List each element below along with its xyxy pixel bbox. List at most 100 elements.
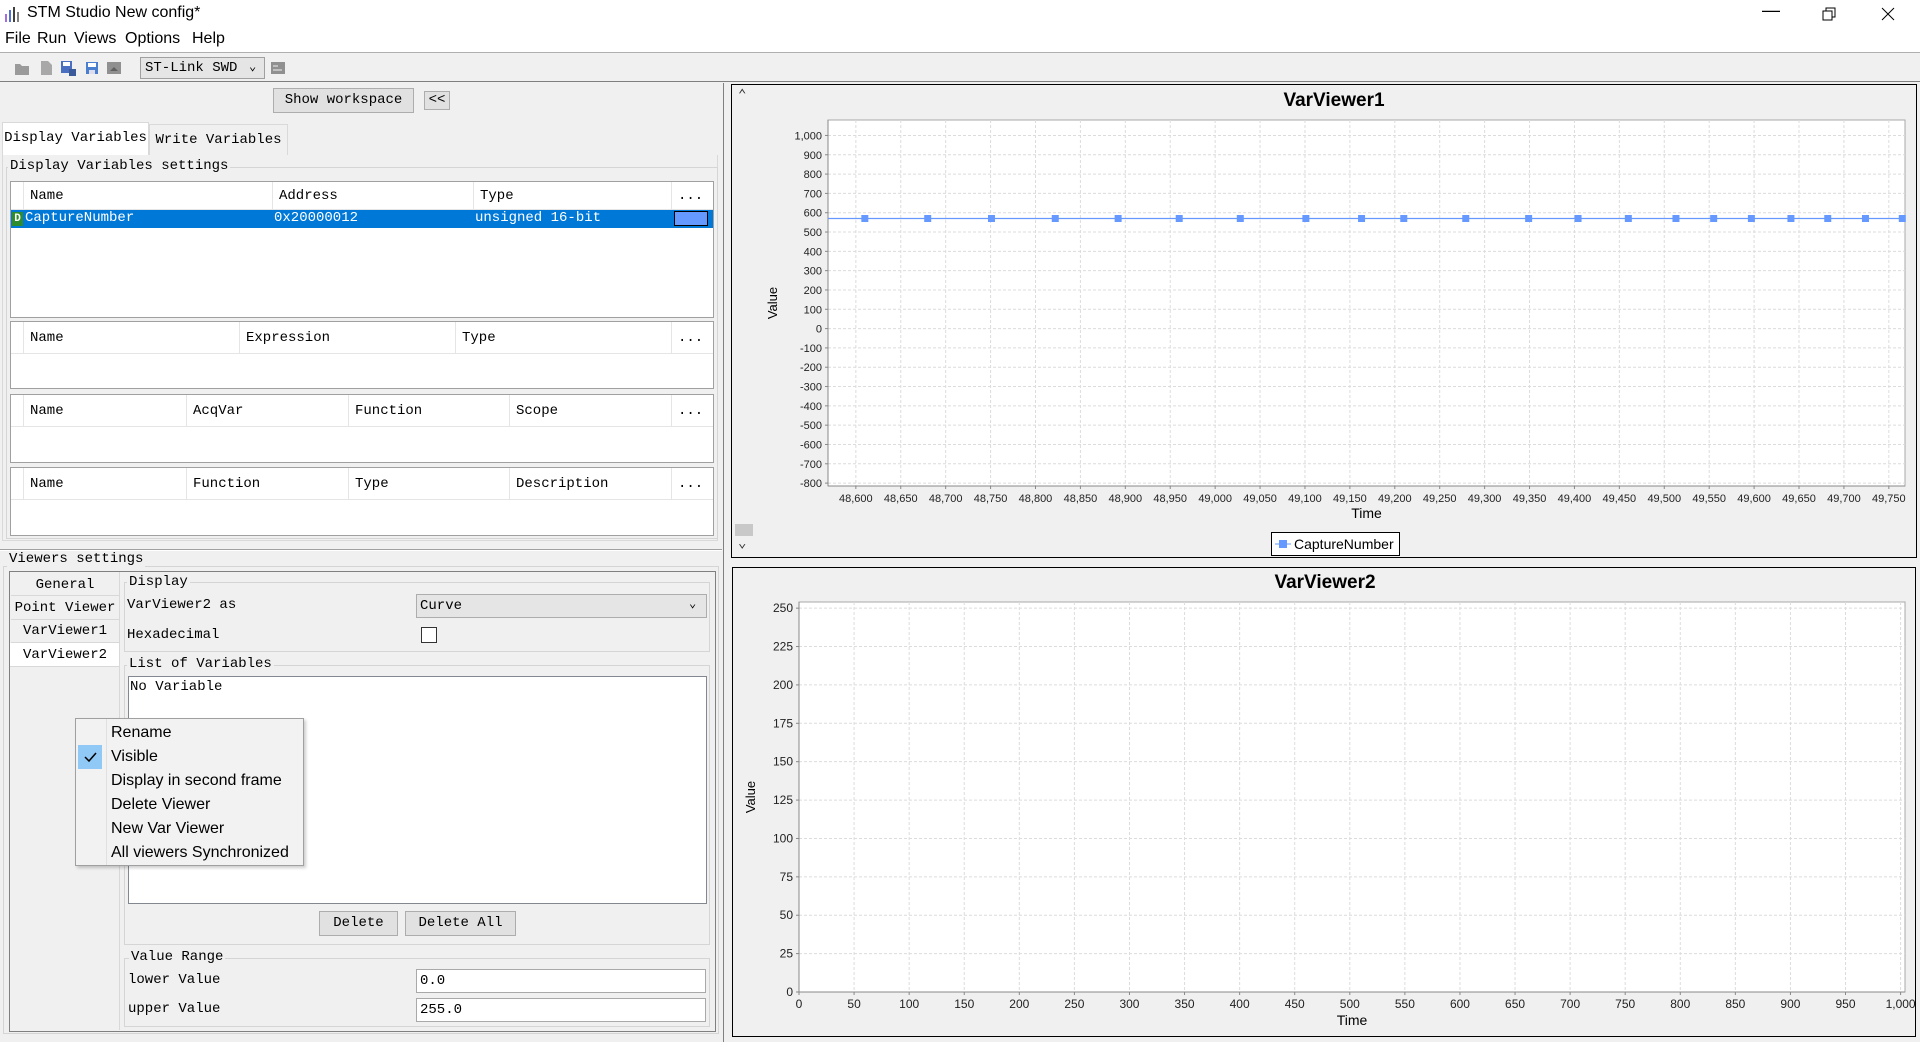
- y-tick-label: 200: [804, 285, 822, 297]
- close-button[interactable]: [1881, 7, 1895, 21]
- value-range-label: Value Range: [129, 949, 226, 965]
- x-tick-label: 49,000: [1198, 493, 1232, 505]
- hexadecimal-checkbox[interactable]: [421, 627, 437, 643]
- delete-all-button[interactable]: Delete All: [405, 911, 516, 936]
- upper-value-input[interactable]: 255.0: [416, 998, 706, 1022]
- x-tick-label: 48,650: [884, 493, 918, 505]
- side-tab-varviewer2[interactable]: VarViewer2: [10, 643, 120, 667]
- data-point: [987, 215, 995, 223]
- menu-options[interactable]: Options: [125, 30, 180, 48]
- toolbar: ST-Link SWD ⌄: [0, 53, 1920, 82]
- column-header-acqvar[interactable]: AcqVar: [187, 395, 349, 427]
- menu-item-all-viewers-synchronized[interactable]: All viewers Synchronized: [111, 841, 289, 865]
- menu-help[interactable]: Help: [192, 30, 225, 48]
- side-tab-point-viewer[interactable]: Point Viewer: [11, 596, 119, 620]
- lower-value-input[interactable]: 0.0: [416, 969, 706, 993]
- variables-table: Name Address Type ... D CaptureNumber 0x…: [10, 181, 714, 318]
- tab-display-variables[interactable]: Display Variables: [2, 122, 149, 155]
- x-tick-label: 750: [1615, 997, 1635, 1011]
- collapse-button[interactable]: <<: [424, 91, 450, 110]
- menu-file[interactable]: File: [5, 30, 31, 48]
- delete-button[interactable]: Delete: [319, 911, 398, 936]
- column-header-function[interactable]: Function: [187, 468, 349, 500]
- menu-item-new-var-viewer[interactable]: New Var Viewer: [111, 817, 224, 841]
- y-tick-label: 150: [773, 755, 793, 769]
- descriptions-table: Name Function Type Description ...: [10, 467, 714, 536]
- cell-name: CaptureNumber: [25, 210, 135, 226]
- x-axis-label: Time: [1351, 505, 1382, 521]
- settings-icon[interactable]: [270, 60, 286, 76]
- y-tick-label: 0: [786, 985, 793, 999]
- open-folder-icon[interactable]: [14, 60, 30, 76]
- new-file-icon[interactable]: [38, 60, 54, 76]
- y-tick-label: 25: [780, 947, 794, 961]
- show-workspace-button[interactable]: Show workspace: [273, 88, 414, 113]
- upper-value-label: upper Value: [128, 1001, 221, 1017]
- y-tick-label: 800: [804, 169, 822, 181]
- x-tick-label: 48,900: [1108, 493, 1142, 505]
- menu-item-display-second-frame[interactable]: Display in second frame: [111, 769, 282, 793]
- menu-item-visible[interactable]: Visible: [111, 745, 158, 769]
- display-as-select[interactable]: Curve ⌄: [416, 594, 707, 618]
- restore-button[interactable]: [1822, 7, 1836, 21]
- column-header-type[interactable]: Type: [349, 468, 510, 500]
- y-tick-label: 500: [804, 227, 822, 239]
- x-tick-label: 400: [1230, 997, 1250, 1011]
- tab-write-variables[interactable]: Write Variables: [149, 124, 288, 155]
- data-point: [1358, 215, 1366, 223]
- data-point: [1824, 215, 1832, 223]
- column-header-name[interactable]: Name: [24, 395, 187, 427]
- plot-area: [798, 601, 1906, 993]
- column-header-expression[interactable]: Expression: [240, 322, 456, 354]
- row-header-column: [11, 322, 24, 354]
- varviewer2-frame: VarViewer2 0 50 100 150 200 250 300 350 400 450 50…: [732, 567, 1916, 1037]
- display-as-value: Curve: [420, 598, 463, 614]
- title-bar: STM Studio New config* —: [0, 0, 1920, 28]
- display-variables-settings-label: Display Variables settings: [8, 158, 231, 174]
- menu-item-rename[interactable]: Rename: [111, 721, 171, 745]
- column-header-more[interactable]: ...: [672, 322, 713, 354]
- y-tick-label: 100: [773, 831, 793, 845]
- column-header-more[interactable]: ...: [672, 395, 713, 427]
- column-header-address[interactable]: Address: [273, 182, 474, 210]
- probe-select[interactable]: ST-Link SWD ⌄: [140, 57, 265, 79]
- export-icon[interactable]: [106, 60, 122, 76]
- save-icon[interactable]: [84, 60, 100, 76]
- data-point: [1302, 215, 1310, 223]
- x-tick-label: 600: [1450, 997, 1470, 1011]
- varviewer1-chart[interactable]: 48,600 48,650 48,700 48,750 48,800 48,850 48,9…: [732, 85, 1917, 558]
- column-header-name[interactable]: Name: [24, 468, 187, 500]
- x-tick-label: 950: [1835, 997, 1855, 1011]
- column-header-type[interactable]: Type: [456, 322, 672, 354]
- column-header-name[interactable]: Name: [24, 322, 240, 354]
- plot-area: [827, 119, 1906, 487]
- x-tick-label: 700: [1560, 997, 1580, 1011]
- cell-color-swatch[interactable]: [674, 211, 708, 226]
- y-tick-label: 600: [804, 208, 822, 220]
- column-header-scope[interactable]: Scope: [510, 395, 672, 427]
- data-point: [1787, 215, 1795, 223]
- table-row[interactable]: D CaptureNumber 0x20000012 unsigned 16-b…: [11, 210, 713, 228]
- x-tick-label: 49,300: [1468, 493, 1502, 505]
- column-header-function[interactable]: Function: [349, 395, 510, 427]
- menu-views[interactable]: Views: [74, 30, 116, 48]
- menu-item-delete-viewer[interactable]: Delete Viewer: [111, 793, 210, 817]
- y-tick-label: 75: [780, 870, 794, 884]
- varviewer2-chart[interactable]: 0 50 100 150 200 250 300 350 400 450 500 550 600 650 7…: [733, 568, 1916, 1037]
- column-header-type[interactable]: Type: [474, 182, 672, 210]
- column-header-more[interactable]: ...: [672, 182, 713, 210]
- column-header-description[interactable]: Description: [510, 468, 672, 500]
- minimize-button[interactable]: —: [1762, 0, 1780, 28]
- column-header-more[interactable]: ...: [672, 468, 713, 500]
- display-as-label: VarViewer2 as: [127, 597, 237, 613]
- side-tab-varviewer1[interactable]: VarViewer1: [11, 620, 119, 643]
- x-tick-label: 48,850: [1064, 493, 1098, 505]
- x-tick-label: 49,700: [1827, 493, 1861, 505]
- column-header-name[interactable]: Name: [24, 182, 273, 210]
- y-tick-label: 0: [816, 324, 822, 336]
- x-tick-label: 450: [1285, 997, 1305, 1011]
- side-tab-general[interactable]: General: [11, 574, 119, 596]
- menu-run[interactable]: Run: [37, 30, 66, 48]
- x-tick-label: 250: [1064, 997, 1084, 1011]
- save-as-icon[interactable]: [60, 60, 76, 76]
